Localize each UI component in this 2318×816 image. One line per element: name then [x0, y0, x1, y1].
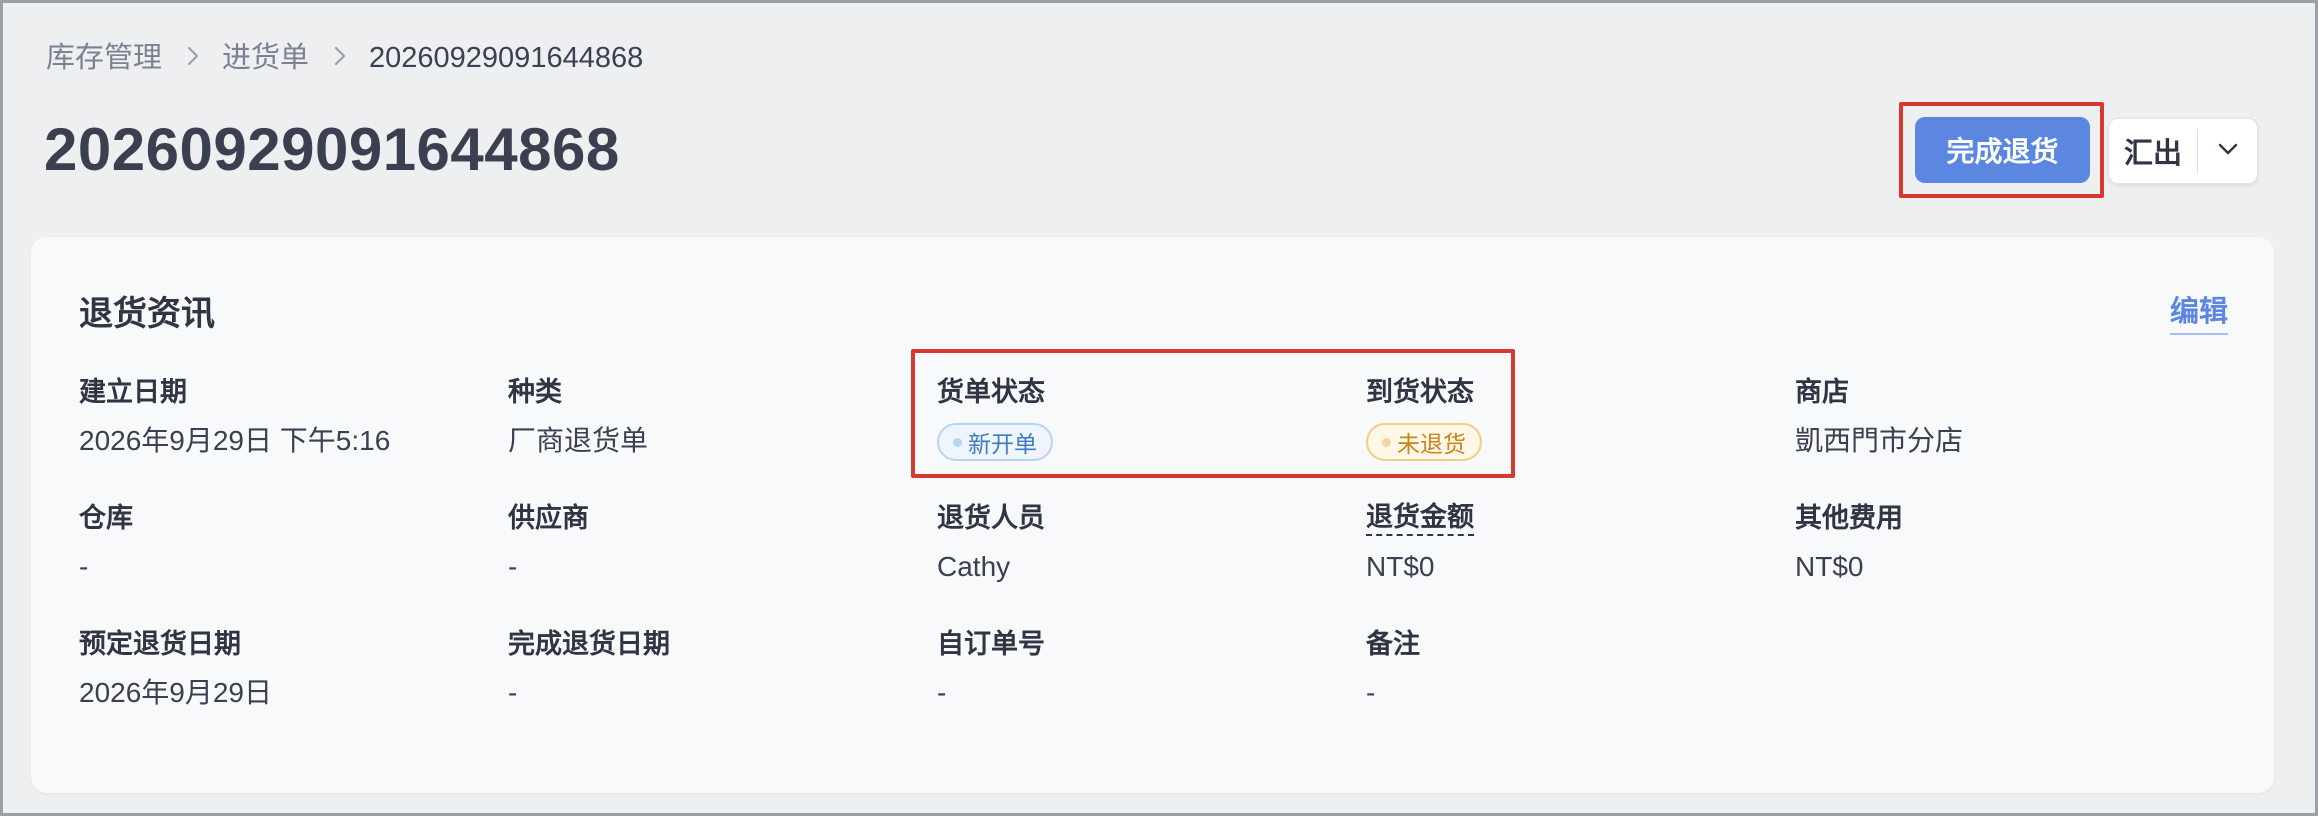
breadcrumb-purchase-order-link[interactable]: 进货单 [222, 38, 309, 78]
field-return-staff: 退货人员 Cathy [937, 500, 1337, 586]
field-created-date: 建立日期 2026年9月29日 下午5:16 [79, 374, 479, 460]
field-label: 自订单号 [937, 629, 1045, 659]
field-store: 商店 凱西門市分店 [1795, 374, 2195, 460]
field-label: 仓库 [79, 503, 133, 533]
field-value: - [508, 551, 518, 582]
field-label: 建立日期 [79, 377, 187, 407]
field-warehouse: 仓库 - [79, 500, 479, 586]
complete-return-button[interactable]: 完成退货 [1915, 117, 2090, 183]
field-other-fees: 其他费用 NT$0 [1795, 500, 2195, 586]
field-value: - [508, 677, 518, 708]
breadcrumb-current: 20260929091644868 [369, 42, 644, 74]
field-value: 凱西門市分店 [1795, 425, 1964, 456]
field-label: 供应商 [508, 503, 589, 533]
field-return-amount: 退货金额 NT$0 [1366, 500, 1766, 586]
field-custom-order-no: 自订单号 - [937, 626, 1337, 712]
field-value: 厂商退货单 [508, 425, 649, 456]
field-label: 备注 [1366, 629, 1420, 659]
field-label: 种类 [508, 377, 562, 407]
field-type: 种类 厂商退货单 [508, 374, 908, 460]
export-dropdown-toggle[interactable] [2198, 119, 2257, 183]
field-label: 退货人员 [937, 503, 1045, 533]
edit-link[interactable]: 编辑 [2169, 292, 2228, 335]
field-value: - [79, 551, 89, 582]
chevron-right-icon [186, 38, 200, 78]
export-button[interactable]: 汇出 [2109, 119, 2197, 183]
field-label: 商店 [1795, 377, 1849, 407]
chevron-right-icon [333, 38, 347, 78]
field-completed-return-date: 完成退货日期 - [508, 626, 908, 712]
breadcrumb: 库存管理 进货单 20260929091644868 [46, 38, 643, 78]
breadcrumb-inventory-link[interactable]: 库存管理 [46, 38, 162, 78]
chevron-down-icon [2217, 142, 2239, 161]
field-value: 2026年9月29日 [79, 677, 273, 708]
card-title: 退货资讯 [79, 295, 215, 333]
field-label: 其他费用 [1795, 503, 1903, 533]
field-notes: 备注 - [1366, 626, 1766, 712]
field-value: - [937, 677, 947, 708]
field-scheduled-return-date: 预定退货日期 2026年9月29日 [79, 626, 479, 712]
field-label: 完成退货日期 [508, 629, 670, 659]
status-fields-highlight [911, 349, 1515, 478]
field-label-tooltip[interactable]: 退货金额 [1366, 500, 1474, 536]
field-value: NT$0 [1795, 551, 1864, 582]
export-split-button: 汇出 [2108, 118, 2258, 184]
page-title: 20260929091644868 [44, 116, 620, 183]
field-label: 预定退货日期 [79, 629, 241, 659]
field-value: - [1366, 677, 1376, 708]
field-value: Cathy [937, 551, 1011, 582]
field-value: 2026年9月29日 下午5:16 [79, 425, 391, 456]
return-info-card: 退货资讯 编辑 建立日期 2026年9月29日 下午5:16 种类 厂商退货单 … [31, 237, 2274, 793]
field-value: NT$0 [1366, 551, 1435, 582]
field-supplier: 供应商 - [508, 500, 908, 586]
